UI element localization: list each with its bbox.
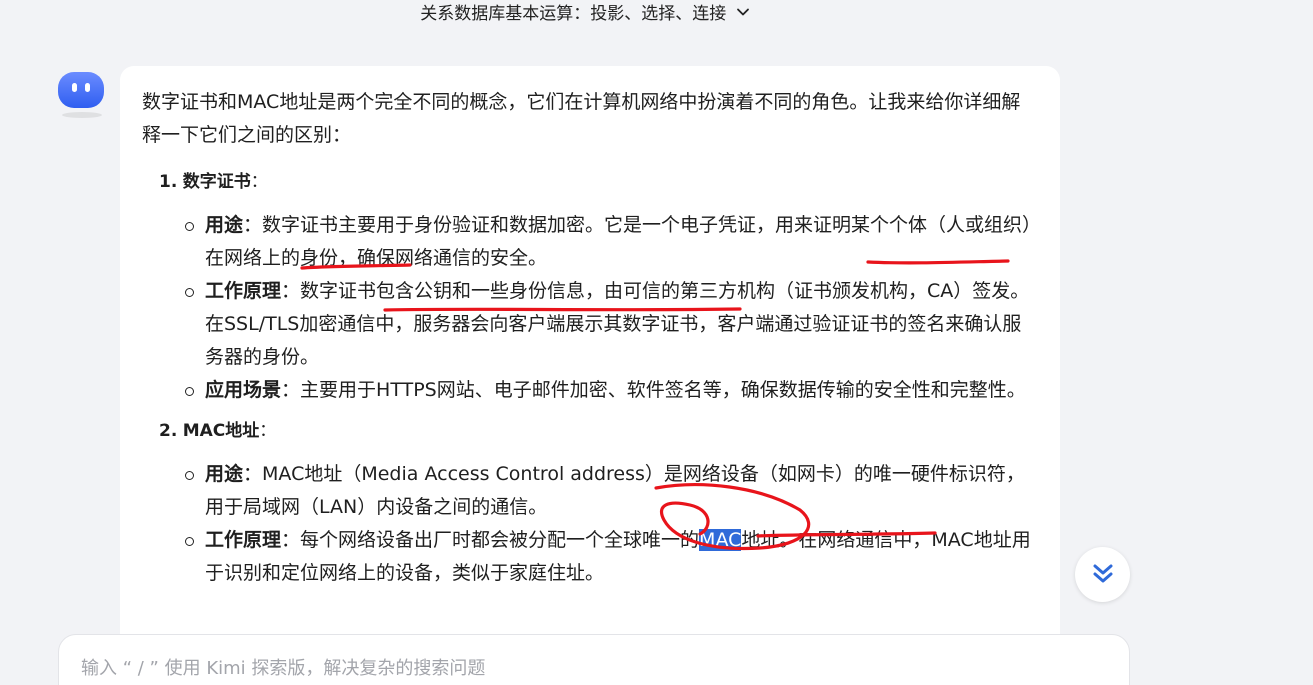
item-sep: ： (281, 280, 301, 302)
list-item: 工作原理：每个网络设备出厂时都会被分配一个全球唯一的MAC地址。在网络通信中，M… (185, 524, 1036, 590)
item-key: 应用场景 (205, 379, 282, 401)
certificate-details-list: 用途：数字证书主要用于身份验证和数据加密。它是一个电子凭证，用来证明某个个体（人… (185, 209, 1036, 407)
chat-page: 关系数据库基本运算：投影、选择、连接 数字证书和MAC地址是两个完全不同的概念，… (0, 0, 1313, 685)
conversation-title-text: 关系数据库基本运算：投影、选择、连接 (420, 4, 727, 24)
section-title: 数字证书 (182, 172, 251, 192)
selected-text[interactable]: MAC (699, 529, 742, 551)
item-key: 工作原理 (205, 280, 282, 302)
double-chevron-down-icon (1090, 560, 1116, 590)
chat-input[interactable] (81, 653, 981, 683)
item-text: MAC地址（Media Access Control address）是网络设备… (205, 463, 1025, 518)
conversation-title[interactable]: 关系数据库基本运算：投影、选择、连接 (0, 2, 1170, 26)
list-item: 用途：数字证书主要用于身份验证和数据加密。它是一个电子凭证，用来证明某个个体（人… (185, 209, 1036, 275)
item-text: 数字证书主要用于身份验证和数据加密。它是一个电子凭证，用来证明某个个体（人或组织… (205, 214, 1032, 269)
kimi-avatar-icon (56, 70, 106, 110)
chat-input-container (58, 634, 1130, 685)
list-item: 工作原理：数字证书包含公钥和一些身份信息，由可信的第三方机构（证书颁发机构，CA… (185, 275, 1036, 374)
item-key: 用途 (205, 214, 244, 236)
item-sep: ： (243, 214, 263, 236)
scroll-to-bottom-button[interactable] (1075, 547, 1130, 602)
item-text: 每个网络设备出厂时都会被分配一个全球唯一的 (300, 529, 700, 551)
chevron-down-icon (736, 2, 750, 26)
section-number: 2. (159, 421, 178, 441)
item-key: 用途 (205, 463, 244, 485)
list-item: 应用场景：主要用于HTTPS网站、电子邮件加密、软件签名等，确保数据传输的安全性… (185, 374, 1036, 407)
section-colon: ： (250, 172, 268, 192)
item-sep: ： (281, 529, 301, 551)
section-number: 1. (159, 172, 178, 192)
list-item: 用途：MAC地址（Media Access Control address）是网… (185, 458, 1036, 524)
item-key: 工作原理 (205, 529, 282, 551)
section-colon: ： (259, 421, 277, 441)
item-text: 数字证书包含公钥和一些身份信息，由可信的第三方机构（证书颁发机构，CA）签发。在… (205, 280, 1030, 368)
message-intro: 数字证书和MAC地址是两个完全不同的概念，它们在计算机网络中扮演着不同的角色。让… (142, 91, 1021, 146)
assistant-message: 数字证书和MAC地址是两个完全不同的概念，它们在计算机网络中扮演着不同的角色。让… (120, 66, 1060, 666)
item-sep: ： (243, 463, 263, 485)
section-heading-certificate: 1. 数字证书： (159, 166, 1036, 199)
mac-details-list: 用途：MAC地址（Media Access Control address）是网… (185, 458, 1036, 590)
item-text: 主要用于HTTPS网站、电子邮件加密、软件签名等，确保数据传输的安全性和完整性。 (300, 379, 1026, 401)
section-heading-mac: 2. MAC地址： (159, 415, 1036, 448)
avatar-shadow (62, 112, 102, 118)
section-title: MAC地址 (182, 421, 260, 441)
item-sep: ： (281, 379, 301, 401)
